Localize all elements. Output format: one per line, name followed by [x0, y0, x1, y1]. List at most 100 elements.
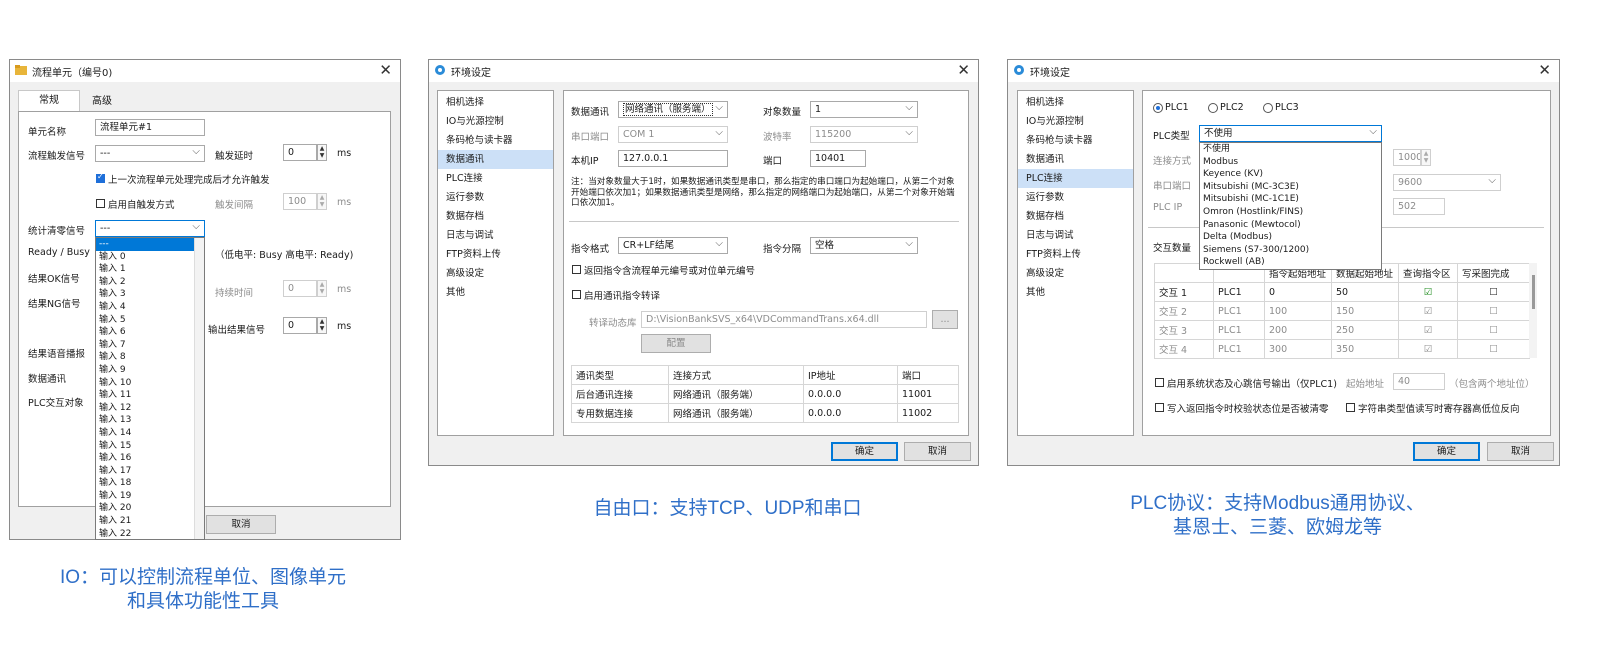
- plc2-radio[interactable]: [1208, 103, 1218, 113]
- nav-item[interactable]: 条码枪与读卡器: [1018, 131, 1133, 150]
- config-button[interactable]: 配置: [641, 334, 711, 353]
- baud-rate-select[interactable]: 115200: [810, 126, 918, 143]
- baud-select[interactable]: 9600: [1393, 174, 1501, 191]
- timeout-input[interactable]: 1000: [1393, 149, 1421, 166]
- close-icon[interactable]: ✕: [1538, 61, 1551, 79]
- tab-advanced[interactable]: 高级: [80, 92, 124, 112]
- cmd-format-select[interactable]: CR+LF结尾: [618, 237, 728, 254]
- dropdown-option[interactable]: Delta (Modbus): [1200, 231, 1381, 244]
- output-signal-spinner[interactable]: ▲ ▼: [317, 317, 327, 334]
- dropdown-option[interactable]: Mitsubishi (MC-3C3E): [1200, 181, 1381, 194]
- dropdown-option[interactable]: Panasonic (Mewtocol): [1200, 219, 1381, 232]
- dropdown-option[interactable]: 输入 14: [96, 427, 204, 440]
- trigger-interval-spinner[interactable]: ▲ ▼: [317, 193, 327, 210]
- dropdown-option[interactable]: 输入 22: [96, 528, 204, 539]
- dropdown-option[interactable]: 输入 12: [96, 402, 204, 415]
- nav-item[interactable]: 数据存档: [1018, 207, 1133, 226]
- dropdown-option[interactable]: 输入 20: [96, 502, 204, 515]
- dropdown-option[interactable]: 输入 17: [96, 465, 204, 478]
- dropdown-option[interactable]: 输入 18: [96, 477, 204, 490]
- dropdown-option[interactable]: 输入 16: [96, 452, 204, 465]
- nav-item[interactable]: 数据存档: [438, 207, 553, 226]
- nav-item[interactable]: PLC连接: [438, 169, 553, 188]
- query-check-icon[interactable]: ☑: [1398, 301, 1458, 321]
- cancel-button[interactable]: 取消: [1487, 442, 1554, 461]
- dropdown-option[interactable]: 输入 5: [96, 314, 204, 327]
- clear-signal-select[interactable]: ---: [95, 220, 205, 237]
- dropdown-option[interactable]: 输入 6: [96, 326, 204, 339]
- nav-item[interactable]: 数据通讯: [1018, 150, 1133, 169]
- dropdown-option[interactable]: 输入 1: [96, 263, 204, 276]
- dropdown-option[interactable]: 输入 4: [96, 301, 204, 314]
- nav-item[interactable]: PLC连接: [1018, 169, 1133, 188]
- nav-item[interactable]: IO与光源控制: [438, 112, 553, 131]
- dropdown-option[interactable]: Siemens (S7-300/1200): [1200, 244, 1381, 257]
- trigger-delay-input[interactable]: 0: [283, 144, 317, 161]
- string-reverse-checkbox[interactable]: [1346, 403, 1355, 412]
- nav-item[interactable]: 高级设定: [438, 264, 553, 283]
- table-row[interactable]: 交互 3 PLC1 200 250 ☑ ☐: [1154, 320, 1530, 340]
- trigger-delay-spinner[interactable]: ▲ ▼: [317, 144, 327, 161]
- plc1-radio[interactable]: [1153, 103, 1163, 113]
- dropdown-option[interactable]: 输入 3: [96, 288, 204, 301]
- write-complete-checkbox[interactable]: ☐: [1457, 282, 1530, 302]
- dropdown-option[interactable]: Modbus: [1200, 156, 1381, 169]
- dropdown-option[interactable]: ---: [96, 238, 204, 251]
- dropdown-option[interactable]: 输入 0: [96, 251, 204, 264]
- table-row[interactable]: 专用数据连接 网络通讯（服务端） 0.0.0.0 11002: [571, 403, 959, 423]
- dropdown-option[interactable]: 输入 7: [96, 339, 204, 352]
- table-row[interactable]: 交互 1 PLC1 0 50 ☑ ☐: [1154, 282, 1530, 302]
- nav-item[interactable]: 相机选择: [438, 93, 553, 112]
- start-addr-input[interactable]: 40: [1393, 373, 1445, 390]
- query-check-icon[interactable]: ☑: [1398, 320, 1458, 340]
- heartbeat-checkbox[interactable]: [1155, 378, 1164, 387]
- write-complete-checkbox[interactable]: ☐: [1457, 320, 1530, 340]
- dropdown-option[interactable]: 输入 15: [96, 440, 204, 453]
- hold-time-input[interactable]: 0: [283, 280, 317, 297]
- dropdown-option[interactable]: 输入 9: [96, 364, 204, 377]
- nav-item[interactable]: 条码枪与读卡器: [438, 131, 553, 150]
- hold-time-spinner[interactable]: ▲ ▼: [317, 280, 327, 297]
- local-ip-input[interactable]: 127.0.0.1: [618, 150, 728, 167]
- nav-item[interactable]: 其他: [438, 283, 553, 302]
- nav-item[interactable]: 日志与调试: [438, 226, 553, 245]
- plc-type-select[interactable]: 不使用: [1199, 125, 1382, 142]
- dropdown-option[interactable]: 输入 11: [96, 389, 204, 402]
- serial-port-select[interactable]: COM 1: [618, 126, 728, 143]
- close-icon[interactable]: ✕: [379, 61, 392, 79]
- net-port-input[interactable]: 10401: [810, 150, 866, 167]
- trigger-interval-input[interactable]: 100: [283, 193, 317, 210]
- output-signal-input[interactable]: 0: [283, 317, 317, 334]
- nav-item[interactable]: FTP资料上传: [1018, 245, 1133, 264]
- dropdown-option[interactable]: Mitsubishi (MC-1C1E): [1200, 193, 1381, 206]
- translate-checkbox[interactable]: [572, 290, 581, 299]
- return-unit-checkbox[interactable]: [572, 265, 581, 274]
- nav-item[interactable]: 日志与调试: [1018, 226, 1133, 245]
- lib-path-input[interactable]: D:\VisionBankSVS_x64\VDCommandTrans.x64.…: [641, 311, 927, 328]
- dropdown-option[interactable]: 输入 19: [96, 490, 204, 503]
- dropdown-option[interactable]: 输入 8: [96, 351, 204, 364]
- table-scrollbar[interactable]: [1529, 263, 1537, 358]
- dropdown-option[interactable]: 输入 10: [96, 377, 204, 390]
- cancel-button[interactable]: 取消: [904, 442, 971, 461]
- ok-button[interactable]: 确定: [831, 442, 898, 461]
- nav-item[interactable]: 数据通讯: [438, 150, 553, 169]
- nav-item[interactable]: IO与光源控制: [1018, 112, 1133, 131]
- nav-item[interactable]: 高级设定: [1018, 264, 1133, 283]
- plc-port-input[interactable]: 502: [1393, 198, 1445, 215]
- close-icon[interactable]: ✕: [957, 61, 970, 79]
- timeout-spinner[interactable]: ▲ ▼: [1421, 149, 1431, 166]
- table-row[interactable]: 交互 2 PLC1 100 150 ☑ ☐: [1154, 301, 1530, 321]
- write-complete-checkbox[interactable]: ☐: [1457, 339, 1530, 359]
- table-row[interactable]: 后台通讯连接 网络通讯（服务端） 0.0.0.0 11001: [571, 384, 959, 404]
- nav-item[interactable]: 其他: [1018, 283, 1133, 302]
- verify-checkbox[interactable]: [1155, 403, 1164, 412]
- allow-trigger-checkbox[interactable]: [96, 172, 105, 183]
- nav-item[interactable]: 运行参数: [1018, 188, 1133, 207]
- dropdown-option[interactable]: 输入 13: [96, 414, 204, 427]
- write-complete-checkbox[interactable]: ☐: [1457, 301, 1530, 321]
- tab-general[interactable]: 常规: [18, 90, 80, 113]
- dropdown-option[interactable]: 不使用: [1200, 143, 1381, 156]
- ok-button[interactable]: 确定: [1413, 442, 1480, 461]
- table-row[interactable]: 交互 4 PLC1 300 350 ☑ ☐: [1154, 339, 1530, 359]
